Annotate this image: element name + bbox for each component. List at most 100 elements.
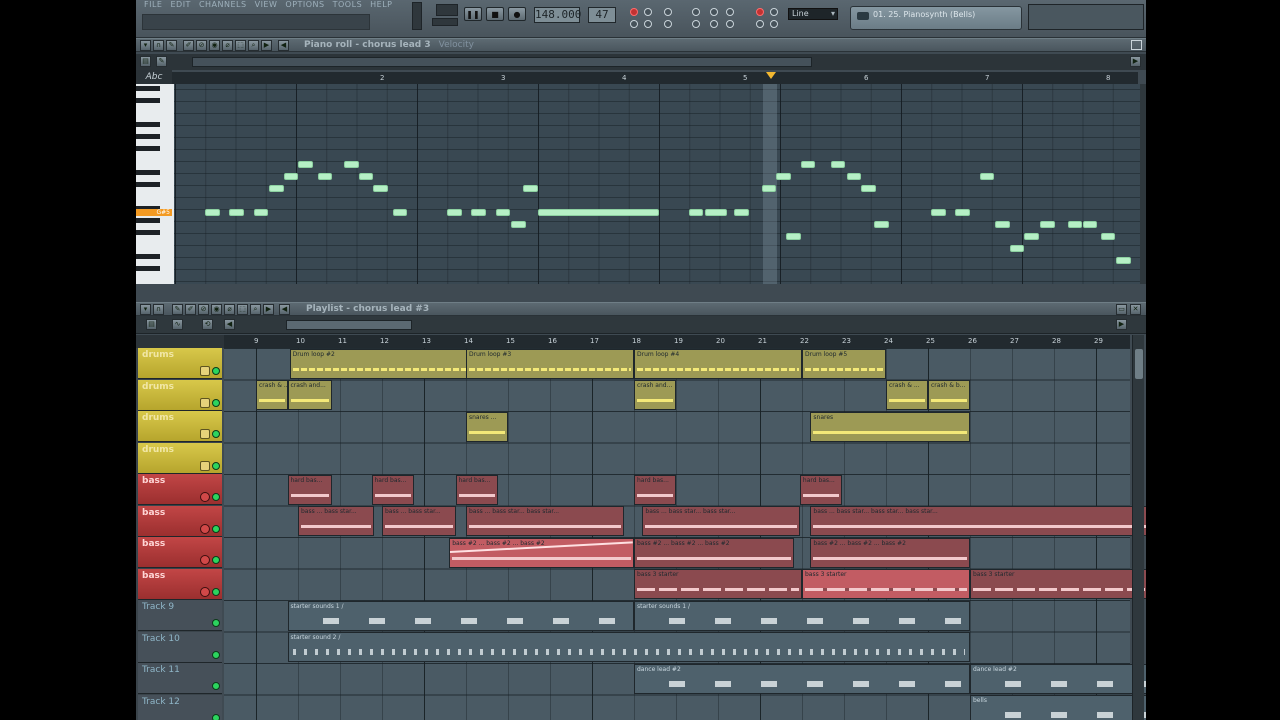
piano-roll-note[interactable] [317, 173, 333, 180]
track-mute-icon[interactable] [212, 524, 220, 533]
piano-roll-note[interactable] [253, 209, 269, 216]
playlist-clip[interactable]: starter sound 2 / [287, 632, 970, 662]
playlist-clip[interactable]: bass ... bass star... [298, 506, 374, 536]
playlist-magnet-icon[interactable]: ∩ [153, 304, 164, 315]
select-tool-icon[interactable]: ⬚ [235, 40, 246, 51]
track-header[interactable]: bass [138, 474, 222, 505]
playlist-clip[interactable]: crash & ... [256, 380, 288, 410]
playlist-clip[interactable]: hard bas... [371, 474, 414, 505]
delete-tool-icon[interactable]: ⊘ [196, 40, 207, 51]
black-key[interactable] [136, 134, 160, 139]
piano-keyboard[interactable]: G#5 [136, 84, 174, 284]
paint-tool-icon[interactable]: ✐ [183, 40, 194, 51]
playlist-clip[interactable]: bass #2 ... bass #2 ... bass #2 [634, 537, 794, 568]
piano-roll-note[interactable] [689, 209, 704, 216]
piano-roll-note[interactable] [283, 173, 299, 180]
playlist-select-tool-icon[interactable]: ⬚ [237, 304, 248, 315]
menu-file[interactable]: FILE [144, 0, 162, 10]
song-position-marker[interactable] [766, 72, 776, 79]
playlist-options-icon[interactable]: ▤ [146, 319, 157, 330]
playlist-scroll-left-icon[interactable]: ◀ [279, 304, 290, 315]
pause-button[interactable]: ❚❚ [464, 7, 482, 21]
playlist-hscroll-right-icon[interactable]: ▶ [1116, 319, 1127, 330]
master-pitch-slider[interactable] [432, 18, 458, 26]
track-header[interactable]: bass [138, 537, 222, 568]
playlist-link-icon[interactable]: ⟲ [202, 319, 213, 330]
track-type-icon[interactable] [200, 397, 210, 408]
track-header[interactable]: Track 10 [138, 631, 222, 663]
piano-roll-note[interactable] [523, 185, 538, 192]
playlist-clip[interactable]: bass 3 starter [634, 569, 802, 599]
playlist-clip[interactable]: bass #2 ... bass #2 ... bass #2 [449, 537, 634, 568]
track-header[interactable]: drums [138, 411, 222, 442]
multilink-icon[interactable] [726, 8, 734, 16]
playlist-clip[interactable]: bass ... bass star... bass star... [642, 506, 800, 536]
piano-roll-note[interactable] [538, 209, 659, 216]
black-key[interactable] [136, 146, 160, 151]
mute-tool-icon[interactable]: ◉ [209, 40, 220, 51]
piano-roll-note[interactable] [511, 221, 526, 228]
playlist-clip[interactable]: starter sounds 1 / [287, 600, 634, 631]
menu-tools[interactable]: TOOLS [333, 0, 363, 10]
playlist-clip[interactable]: bass ... bass star... bass star... bass … [810, 506, 1146, 536]
master-volume-slider[interactable] [412, 2, 422, 30]
playlist-clip[interactable]: Drum loop #5 [802, 348, 886, 379]
snap-icon[interactable] [726, 20, 734, 28]
piano-roll-note[interactable] [776, 173, 791, 180]
piano-roll-note[interactable] [704, 209, 727, 216]
black-key[interactable] [136, 86, 160, 91]
piano-roll-note[interactable] [979, 173, 995, 180]
playlist-close-button[interactable]: ✕ [1130, 304, 1141, 315]
piano-roll-note[interactable] [846, 173, 862, 180]
track-type-icon[interactable] [200, 523, 210, 534]
menu-view[interactable]: VIEW [255, 0, 278, 10]
playlist-clip[interactable]: bass ... bass star... bass star... [466, 506, 624, 536]
track-type-icon[interactable] [200, 555, 210, 565]
playlist-clip[interactable]: Drum loop #3 [466, 348, 634, 379]
piano-roll-note[interactable] [1116, 257, 1131, 264]
piano-roll-options-icon[interactable]: ▤ [140, 56, 151, 67]
playlist-clip[interactable]: Drum loop #4 [634, 348, 802, 379]
playlist-vscrollbar[interactable] [1132, 335, 1144, 720]
playlist-playback-tool-icon[interactable]: ▶ [263, 304, 274, 315]
black-key[interactable] [136, 182, 160, 187]
piano-roll-note[interactable] [830, 161, 846, 168]
piano-roll-ruler[interactable]: 2 3 4 5 6 7 8 [172, 72, 1138, 84]
piano-roll-note[interactable] [471, 209, 486, 216]
slice-tool-icon[interactable]: ⌀ [222, 40, 233, 51]
track-mute-icon[interactable] [212, 650, 220, 659]
playlist-clip[interactable]: bass ... bass star... [382, 506, 456, 536]
track-type-icon[interactable] [200, 429, 210, 439]
track-mute-icon[interactable] [212, 367, 220, 375]
track-mute-icon[interactable] [212, 682, 220, 690]
channel-display[interactable]: 01. 25. Pianosynth (Bells) [850, 6, 1022, 30]
loop-record-icon[interactable] [692, 8, 700, 16]
menu-edit[interactable]: EDIT [170, 0, 190, 10]
piano-roll-note[interactable] [344, 161, 359, 168]
playback-tool-icon[interactable]: ▶ [261, 40, 272, 51]
piano-roll-maximize-button[interactable] [1131, 40, 1142, 50]
steps-icon[interactable] [692, 20, 700, 28]
piano-roll-note[interactable] [861, 185, 876, 192]
track-mute-icon[interactable] [212, 556, 220, 564]
piano-roll-target[interactable]: Velocity [439, 40, 474, 50]
playlist-clip[interactable]: starter sounds 1 / [634, 600, 970, 631]
track-header[interactable]: Track 11 [138, 663, 222, 694]
piano-roll-note[interactable] [358, 173, 374, 180]
browser-icon[interactable] [770, 8, 778, 16]
piano-roll-note[interactable] [495, 209, 511, 216]
metronome-icon[interactable] [644, 8, 652, 16]
playlist-clip[interactable]: bass 3 starter [802, 569, 970, 599]
playlist-clip[interactable]: dance lead #2 [634, 663, 970, 694]
piano-roll-note[interactable] [955, 209, 970, 216]
countdown-icon[interactable] [644, 20, 652, 28]
playlist-delete-tool-icon[interactable]: ⊘ [198, 304, 209, 315]
black-key[interactable] [136, 122, 160, 127]
black-key[interactable] [136, 170, 160, 175]
playlist-clip[interactable]: crash & b... [928, 380, 970, 410]
piano-roll-grid[interactable] [174, 84, 1140, 284]
playlist-hscroll-left-icon[interactable]: ◀ [224, 319, 235, 330]
tempo-display[interactable]: 148.000 [534, 7, 581, 23]
piano-roll-vscrollbar[interactable] [1140, 84, 1146, 284]
track-header[interactable]: drums [138, 442, 222, 474]
